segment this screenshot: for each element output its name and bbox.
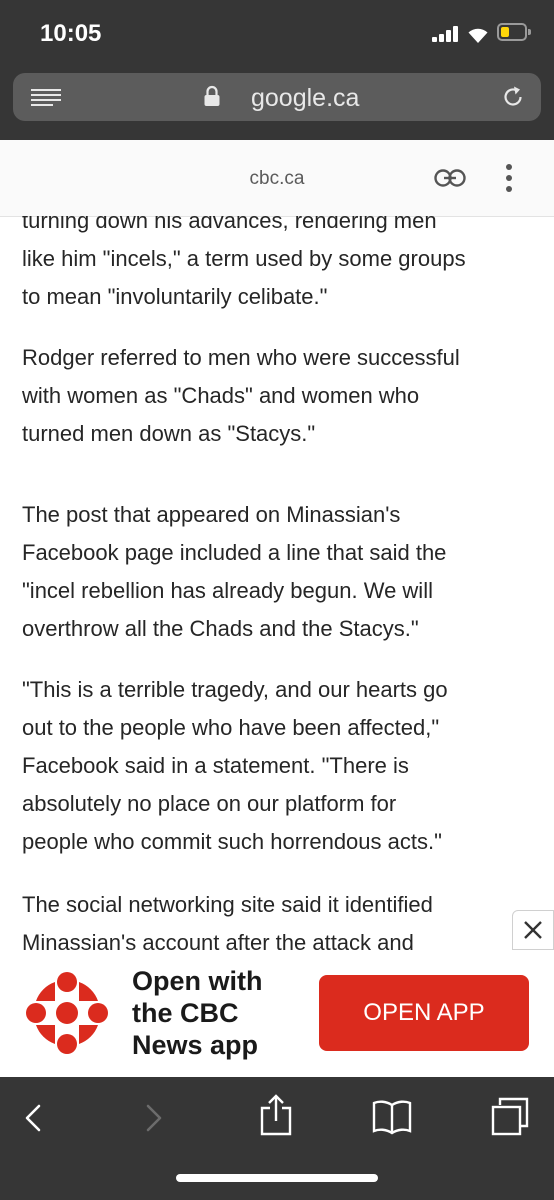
paragraph: The social networking site said it ident… xyxy=(22,886,537,950)
text-line: turned men down as "Stacys." xyxy=(22,421,316,446)
close-banner-button[interactable] xyxy=(512,910,554,950)
bookmarks-icon[interactable] xyxy=(372,1099,412,1135)
article-body: turning down his advances, rendering men… xyxy=(0,216,554,950)
text-line: absolutely no place on our platform for xyxy=(22,791,397,816)
more-options-icon[interactable] xyxy=(504,164,514,194)
tabs-icon[interactable] xyxy=(491,1097,529,1137)
address-bar[interactable]: google.ca xyxy=(13,73,541,121)
reader-menu-icon[interactable] xyxy=(31,89,61,107)
banner-message: Open with the CBC News app xyxy=(132,965,302,1061)
text-line: to mean "involuntarily celibate." xyxy=(22,284,328,309)
paragraph: turning down his advances, rendering men… xyxy=(22,216,537,316)
site-header: cbc.ca xyxy=(0,140,554,217)
site-name: cbc.ca xyxy=(249,168,305,189)
home-indicator xyxy=(176,1174,378,1182)
lock-icon xyxy=(204,85,220,106)
text-line: Minassian's account after the attack and xyxy=(22,930,414,950)
text-line: like him "incels," a term used by some g… xyxy=(22,246,466,271)
wifi-icon xyxy=(468,28,488,43)
text-line: with women as "Chads" and women who xyxy=(22,383,420,408)
text-line: Facebook said in a statement. "There is xyxy=(22,753,409,778)
text-line: "This is a terrible tragedy, and our hea… xyxy=(22,677,448,702)
text-line: Rodger referred to men who were successf… xyxy=(22,345,460,370)
cbc-logo-icon xyxy=(26,972,108,1054)
link-icon[interactable] xyxy=(434,169,466,187)
text-line: turning down his advances, rendering men xyxy=(22,216,437,233)
status-time: 10:05 xyxy=(40,20,102,47)
share-icon[interactable] xyxy=(259,1094,293,1136)
text-line: The post that appeared on Minassian's xyxy=(22,502,401,527)
close-icon xyxy=(524,921,542,939)
back-icon[interactable] xyxy=(22,1103,44,1133)
text-line: people who commit such horrendous acts." xyxy=(22,829,442,854)
banner-line: Open with xyxy=(132,966,263,996)
battery-icon xyxy=(497,23,531,41)
paragraph: "This is a terrible tragedy, and our hea… xyxy=(22,671,537,861)
text-line: out to the people who have been affected… xyxy=(22,715,440,740)
paragraph: The post that appeared on Minassian's Fa… xyxy=(22,496,537,648)
open-app-button[interactable]: OPEN APP xyxy=(319,975,529,1051)
reload-icon[interactable] xyxy=(501,85,525,109)
status-bar: 10:05 xyxy=(0,0,554,60)
paragraph: Rodger referred to men who were successf… xyxy=(22,339,537,453)
text-line: Facebook page included a line that said … xyxy=(22,540,447,565)
banner-line: News app xyxy=(132,1030,259,1060)
banner-line: the CBC xyxy=(132,998,239,1028)
text-line: "incel rebellion has already begun. We w… xyxy=(22,578,433,603)
browser-chrome: google.ca xyxy=(0,60,554,140)
url-text: google.ca xyxy=(251,84,360,112)
forward-icon[interactable] xyxy=(143,1103,165,1133)
text-line: overthrow all the Chads and the Stacys." xyxy=(22,616,419,641)
signal-icon xyxy=(432,26,460,42)
app-banner: Open with the CBC News app OPEN APP xyxy=(0,950,554,1077)
text-line: The social networking site said it ident… xyxy=(22,892,433,917)
